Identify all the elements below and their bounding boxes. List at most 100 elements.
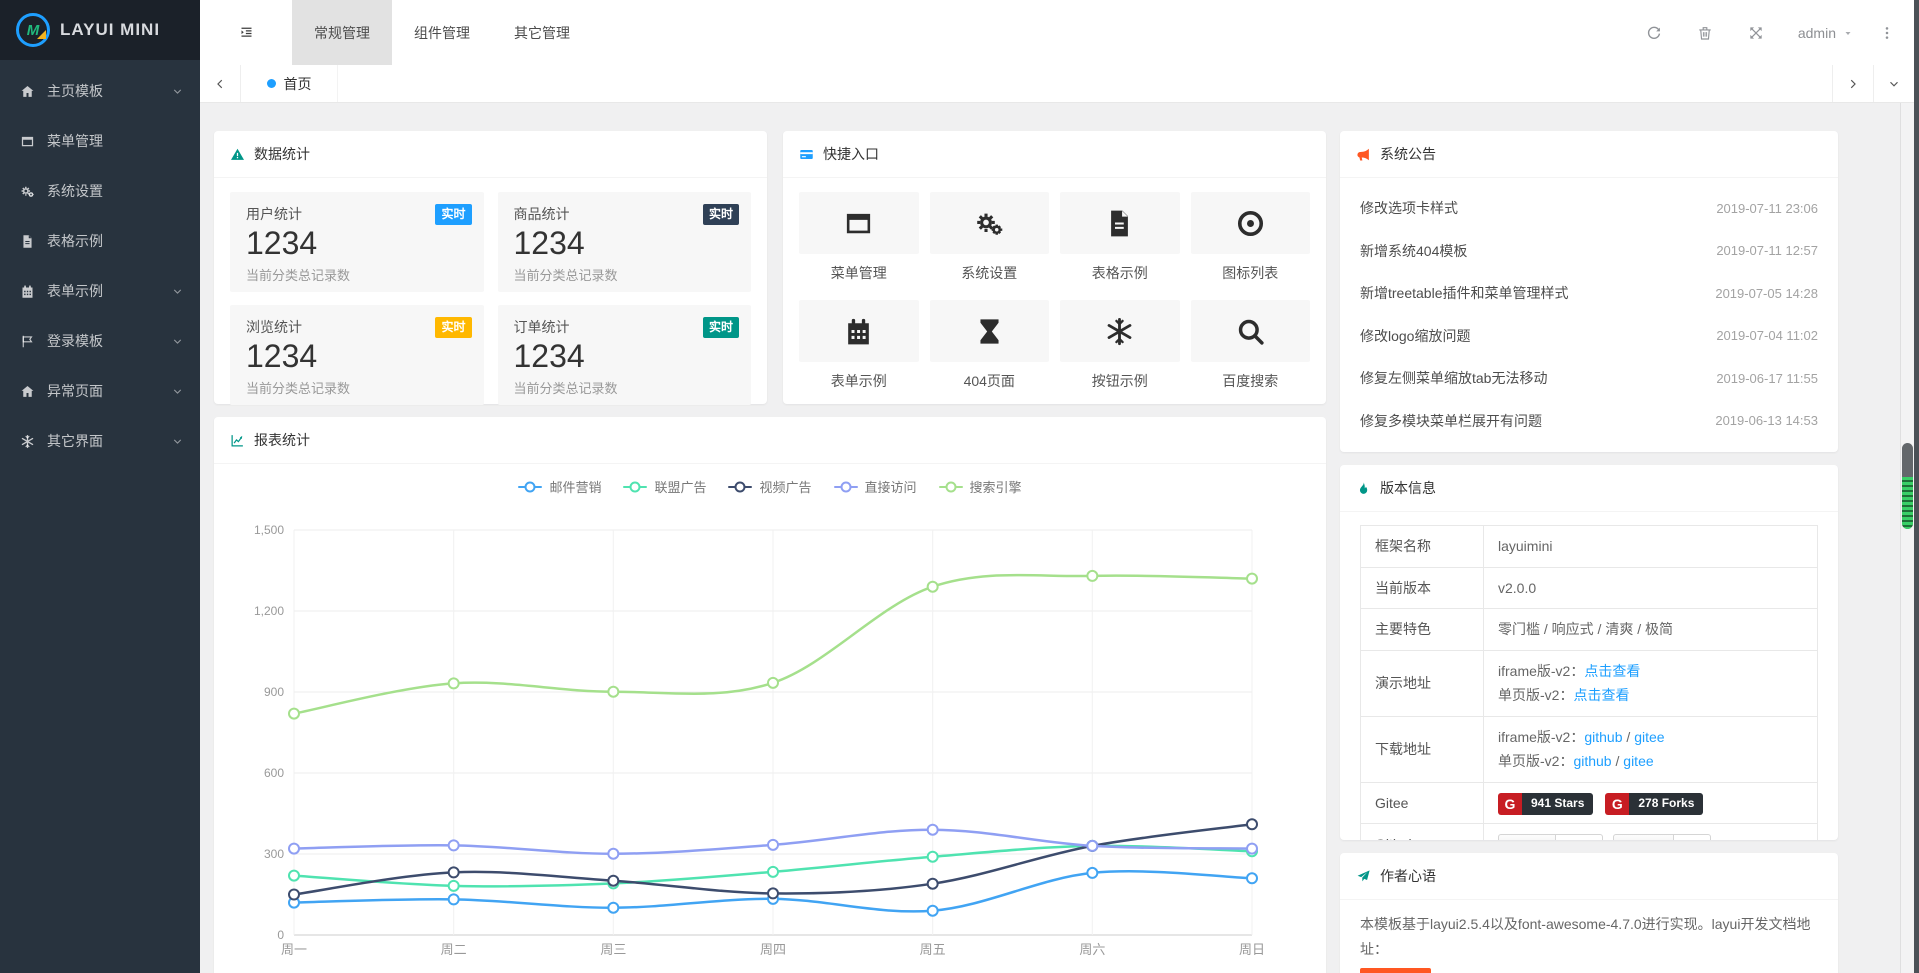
tab-strip: 首页 <box>200 65 1914 103</box>
calendar-icon <box>799 300 919 362</box>
announcement-date: 2019-07-11 12:57 <box>1716 243 1818 258</box>
sidebar-item-登录模板[interactable]: 登录模板 <box>0 316 200 366</box>
sidebar-item-其它界面[interactable]: 其它界面 <box>0 416 200 466</box>
quick-entry-表单示例[interactable]: 表单示例 <box>799 300 919 408</box>
sidebar-item-表单示例[interactable]: 表单示例 <box>0 266 200 316</box>
link-github[interactable]: github <box>1584 729 1622 745</box>
announcement-row[interactable]: 修复左侧菜单缩放tab无法移动2019-06-17 11:55 <box>1360 357 1818 400</box>
cogs-icon <box>930 192 1050 254</box>
legend-item-搜索引擎[interactable]: 搜索引擎 <box>939 477 1022 496</box>
sidebar-item-label: 表格示例 <box>47 231 184 251</box>
announcement-date: 2019-06-17 11:55 <box>1716 371 1818 386</box>
link-点击查看[interactable]: 点击查看 <box>1584 663 1640 679</box>
top-tab-其它管理[interactable]: 其它管理 <box>492 0 592 65</box>
chart-legend: 邮件营销 联盟广告 视频广告 直接访问 搜索引擎 <box>214 464 1326 496</box>
scrollbar-thumb[interactable] <box>1902 443 1913 529</box>
chevron-down-icon <box>171 285 184 298</box>
stat-description: 当前分类总记录数 <box>246 265 468 284</box>
announcement-date: 2019-06-13 14:53 <box>1715 413 1818 428</box>
caret-down-icon <box>1842 27 1854 39</box>
fullscreen-button[interactable] <box>1731 25 1782 41</box>
clear-cache-button[interactable] <box>1680 25 1731 41</box>
legend-item-邮件营销[interactable]: 邮件营销 <box>518 477 601 496</box>
legend-marker <box>728 486 752 488</box>
version-row-label: 主要特色 <box>1361 609 1484 651</box>
tabs-scroll-left-button[interactable] <box>200 65 241 102</box>
refresh-button[interactable] <box>1629 25 1680 41</box>
link-gitee[interactable]: gitee <box>1623 753 1653 769</box>
github-Fork-button[interactable]: Fork <box>1613 834 1674 840</box>
layui-doc-button[interactable]: layui文档 <box>1360 968 1431 973</box>
sidebar-item-表格示例[interactable]: 表格示例 <box>0 216 200 266</box>
quick-entry-图标列表[interactable]: 图标列表 <box>1191 192 1311 300</box>
announcement-row[interactable]: 新增treetable插件和菜单管理样式2019-07-05 14:28 <box>1360 272 1818 315</box>
tabs-menu-button[interactable] <box>1873 65 1914 102</box>
announcement-title: 修改选项卡样式 <box>1360 198 1458 218</box>
announcement-title: 新增treetable插件和菜单管理样式 <box>1360 283 1568 303</box>
window-icon <box>799 192 919 254</box>
announcement-row[interactable]: 新增系统404模板2019-07-11 12:57 <box>1360 230 1818 273</box>
status-badge: 实时 <box>703 317 739 338</box>
version-row-label: 演示地址 <box>1361 650 1484 716</box>
github-Star-group: Star1,419 <box>1498 834 1603 840</box>
legend-marker <box>623 486 647 488</box>
chevron-down-icon <box>1887 77 1901 91</box>
announcement-row[interactable]: 修改选项卡样式2019-07-11 23:06 <box>1360 187 1818 230</box>
version-row-Github: GithubStar1,419Fork440 <box>1361 824 1818 841</box>
quick-entry-404页面[interactable]: 404页面 <box>930 300 1050 408</box>
svg-text:周六: 周六 <box>1079 942 1105 957</box>
legend-item-联盟广告[interactable]: 联盟广告 <box>623 477 706 496</box>
top-tab-常规管理[interactable]: 常规管理 <box>292 0 392 65</box>
refresh-icon <box>1646 25 1662 41</box>
link-gitee[interactable]: gitee <box>1634 729 1664 745</box>
chevron-left-icon <box>213 77 227 91</box>
svg-text:周五: 周五 <box>920 942 946 957</box>
sidebar-item-异常页面[interactable]: 异常页面 <box>0 366 200 416</box>
stat-label: 订单统计 <box>514 317 736 337</box>
github-Fork-count[interactable]: 440 <box>1674 834 1711 840</box>
announcement-row[interactable]: 修改logo缩放问题2019-07-04 11:02 <box>1360 315 1818 358</box>
legend-label: 视频广告 <box>759 477 811 496</box>
svg-text:周日: 周日 <box>1239 942 1265 957</box>
top-tab-组件管理[interactable]: 组件管理 <box>392 0 492 65</box>
link-点击查看[interactable]: 点击查看 <box>1573 687 1629 703</box>
card-author-words: 作者心语 本模板基于layui2.5.4以及font-awesome-4.7.0… <box>1340 853 1838 973</box>
tab-home[interactable]: 首页 <box>241 65 338 102</box>
stat-card-浏览统计: 浏览统计1234当前分类总记录数实时 <box>230 305 484 405</box>
version-row-label: 框架名称 <box>1361 526 1484 568</box>
stat-value: 1234 <box>514 338 736 375</box>
kebab-icon <box>1879 25 1895 41</box>
sidebar-toggle-button[interactable] <box>200 0 292 65</box>
legend-label: 搜索引擎 <box>970 477 1022 496</box>
card-title: 系统公告 <box>1380 144 1436 164</box>
user-dropdown[interactable]: admin <box>1782 25 1870 41</box>
quick-entry-菜单管理[interactable]: 菜单管理 <box>799 192 919 300</box>
legend-item-视频广告[interactable]: 视频广告 <box>728 477 811 496</box>
tabs-scroll-right-button[interactable] <box>1832 65 1873 102</box>
quick-entry-label: 图标列表 <box>1191 263 1311 283</box>
legend-label: 联盟广告 <box>654 477 706 496</box>
link-github[interactable]: github <box>1573 753 1611 769</box>
more-menu-button[interactable] <box>1870 25 1904 41</box>
github-Star-button[interactable]: Star <box>1498 834 1556 840</box>
github-Star-count[interactable]: 1,419 <box>1556 834 1603 840</box>
page-scrollbar <box>1900 103 1914 973</box>
quick-entry-表格示例[interactable]: 表格示例 <box>1060 192 1180 300</box>
gitee-badge-278 Forks[interactable]: G278 Forks <box>1605 793 1703 815</box>
gitee-badge-941 Stars[interactable]: G941 Stars <box>1498 793 1593 815</box>
sidebar-item-主页模板[interactable]: 主页模板 <box>0 66 200 116</box>
sidebar-item-菜单管理[interactable]: 菜单管理 <box>0 116 200 166</box>
quick-entry-系统设置[interactable]: 系统设置 <box>930 192 1050 300</box>
logo-icon: M <box>16 13 50 47</box>
sidebar-item-系统设置[interactable]: 系统设置 <box>0 166 200 216</box>
version-row-value: Star1,419 Fork440 <box>1484 824 1818 841</box>
gitee-icon: G <box>1605 793 1629 815</box>
announcement-row[interactable]: 修复多模块菜单栏展开有问题2019-06-13 14:53 <box>1360 400 1818 443</box>
home-icon <box>20 84 38 99</box>
quick-entry-百度搜索[interactable]: 百度搜索 <box>1191 300 1311 408</box>
home-icon <box>20 384 38 399</box>
quick-entry-label: 系统设置 <box>930 263 1050 283</box>
chevron-down-icon <box>171 385 184 398</box>
quick-entry-按钮示例[interactable]: 按钮示例 <box>1060 300 1180 408</box>
legend-item-直接访问[interactable]: 直接访问 <box>834 477 917 496</box>
